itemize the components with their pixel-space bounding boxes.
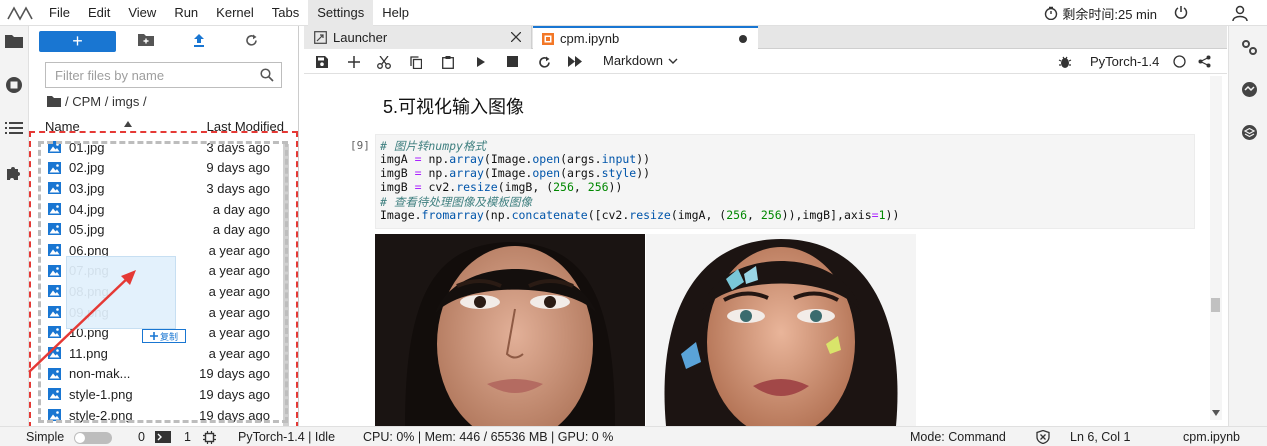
breadcrumb-path[interactable]: / CPM / imgs / [65, 94, 147, 109]
new-folder-icon[interactable] [138, 34, 154, 46]
kernel-status[interactable]: PyTorch-1.4 | Idle [238, 430, 335, 444]
save-icon[interactable] [316, 56, 328, 68]
cursor-position[interactable]: Ln 6, Col 1 [1070, 430, 1130, 444]
execution-prompt: [9] [350, 139, 370, 152]
refresh-icon[interactable] [245, 34, 258, 47]
extension-icon[interactable] [5, 164, 23, 182]
tab-launcher[interactable]: Launcher [304, 26, 532, 49]
code-line: Image.fromarray(np.concatenate([cv2.resi… [380, 208, 900, 222]
menu-run[interactable]: Run [165, 0, 207, 26]
share-icon[interactable] [1198, 55, 1211, 68]
notebook-toolbar: Markdown PyTorch-1.4 [304, 50, 1227, 74]
terminal-count: 0 [138, 430, 145, 444]
remaining-time: 剩余时间:25 min [1044, 0, 1157, 26]
kernel-idle-icon [1173, 55, 1186, 68]
menu-tabs[interactable]: Tabs [263, 0, 308, 26]
user-icon[interactable] [1231, 4, 1249, 22]
timer-icon [1045, 6, 1058, 20]
cell-type-select[interactable]: Markdown [603, 53, 678, 68]
stop-icon[interactable] [507, 56, 518, 67]
markdown-heading: 5.可视化输入图像 [383, 97, 525, 117]
code-line: imgB = np.array(Image.open(args.style)) [380, 166, 651, 180]
running-icon[interactable] [5, 76, 23, 94]
input-face-photo [375, 234, 645, 426]
tab-launcher-label: Launcher [333, 30, 388, 45]
folder-icon[interactable] [5, 34, 23, 48]
code-cell[interactable]: # 图片转numpy格式 imgA = np.array(Image.open(… [375, 134, 1195, 229]
status-bar: Simple 0 1 PyTorch-1.4 | Idle CPU: 0% | … [0, 426, 1267, 446]
menu-settings[interactable]: Settings [308, 0, 374, 26]
annotation-arrow [28, 270, 136, 373]
tab-cpm-notebook[interactable]: cpm.ipynb [533, 26, 758, 49]
launcher-tab-icon [314, 31, 327, 44]
property-inspector-gear-icon[interactable] [1241, 39, 1258, 56]
layers-icon[interactable] [1241, 124, 1258, 141]
debugger-icon[interactable] [1241, 81, 1258, 98]
cell-type-value: Markdown [603, 53, 663, 68]
close-icon[interactable] [511, 32, 521, 42]
chevron-down-icon [668, 58, 678, 64]
resource-usage: CPU: 0% | Mem: 446 / 65536 MB | GPU: 0 % [363, 430, 614, 444]
jupyter-logo-icon [0, 0, 40, 26]
simple-mode-label: Simple [26, 430, 65, 444]
right-sidebar [1228, 26, 1267, 426]
terminal-icon[interactable] [155, 431, 171, 443]
notebook-scrollbar-thumb[interactable] [1211, 298, 1220, 312]
folder-icon[interactable] [47, 96, 61, 107]
code-line: imgA = np.array(Image.open(args.input)) [380, 152, 651, 166]
notebook-mode: Mode: Command [910, 430, 1006, 444]
current-file: cpm.ipynb [1183, 430, 1240, 444]
file-filter-box [45, 62, 282, 88]
notebook-tab-icon [542, 32, 554, 45]
menu-bar: File Edit View Run Kernel Tabs Settings … [0, 0, 1267, 26]
file-browser-toolbar: + [29, 26, 299, 58]
output-image [375, 234, 916, 426]
tab-cpm-label: cpm.ipynb [560, 31, 620, 46]
unsaved-dot-icon[interactable] [738, 34, 748, 44]
code-line: imgB = cv2.resize(imgB, (256, 256)) [380, 180, 623, 194]
power-icon[interactable] [1173, 4, 1189, 20]
timer-text: 剩余时间:25 min [1062, 6, 1157, 22]
simple-mode-toggle[interactable] [74, 432, 112, 444]
copy-icon[interactable] [410, 56, 422, 69]
tab-bar: Launcher cpm.ipynb [304, 26, 1227, 49]
upload-icon[interactable] [193, 34, 205, 47]
notebook-scrollbar[interactable] [1210, 76, 1222, 420]
scroll-down-icon[interactable] [1212, 410, 1220, 416]
kernel-name[interactable]: PyTorch-1.4 [1090, 54, 1159, 69]
breadcrumb: / CPM / imgs / [47, 94, 147, 109]
add-cell-icon[interactable] [348, 56, 360, 68]
menu-kernel[interactable]: Kernel [207, 0, 263, 26]
toc-icon[interactable] [5, 122, 23, 134]
kernel-count: 1 [184, 430, 191, 444]
search-icon [260, 68, 274, 82]
new-launcher-button[interactable]: + [39, 31, 116, 52]
menu-edit[interactable]: Edit [79, 0, 119, 26]
run-icon[interactable] [476, 56, 486, 68]
cut-icon[interactable] [377, 56, 391, 69]
trusted-shield-icon[interactable] [1036, 430, 1050, 444]
style-face-photo [646, 234, 916, 426]
paste-icon[interactable] [442, 56, 454, 69]
kernel-chip-icon[interactable] [203, 431, 216, 444]
restart-icon[interactable] [538, 56, 551, 69]
debugger-bug-icon[interactable] [1058, 55, 1072, 69]
menu-help[interactable]: Help [373, 0, 418, 26]
menu-view[interactable]: View [119, 0, 165, 26]
menu-file[interactable]: File [40, 0, 79, 26]
sort-ascending-icon [124, 121, 132, 127]
fast-forward-icon[interactable] [568, 56, 582, 67]
notebook-area: Launcher cpm.ipynb Markdown PyTorch-1.4 … [304, 26, 1227, 426]
file-filter-input[interactable] [46, 63, 246, 87]
